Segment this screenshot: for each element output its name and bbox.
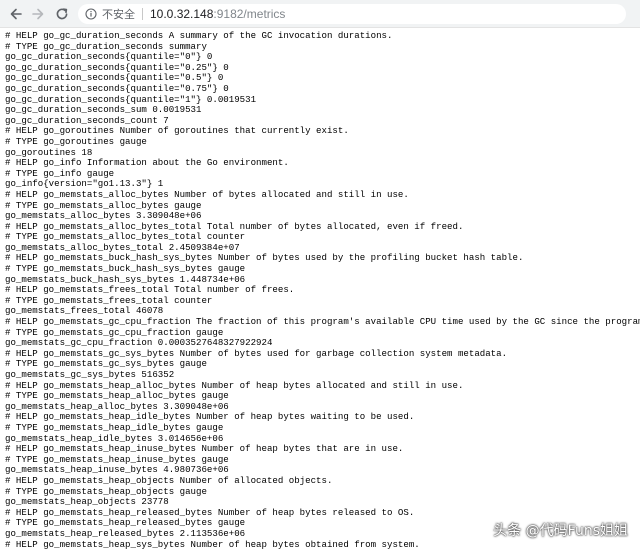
metrics-page-content: # HELP go_gc_duration_seconds A summary … [0, 29, 640, 550]
metric-line: # TYPE go_memstats_alloc_bytes_total cou… [5, 232, 246, 243]
metric-line: go_gc_duration_seconds{quantile="0.25"} … [5, 62, 229, 73]
metric-line: # HELP go_memstats_buck_hash_sys_bytes N… [5, 253, 524, 264]
metric-line: go_memstats_heap_inuse_bytes 4.980736e+0… [5, 465, 229, 476]
metric-line: # HELP go_memstats_gc_sys_bytes Number o… [5, 348, 508, 359]
metric-line: # HELP go_memstats_alloc_bytes Number of… [5, 189, 409, 200]
url-host: 10.0.32.148 [150, 7, 214, 21]
metric-line: # TYPE go_memstats_buck_hash_sys_bytes g… [5, 264, 246, 275]
metric-line: go_info{version="go1.13.3"} 1 [5, 179, 164, 190]
metric-line: # TYPE go_memstats_heap_objects gauge [5, 486, 207, 497]
metric-line: # HELP go_memstats_heap_inuse_bytes Numb… [5, 444, 404, 455]
metric-line: go_gc_duration_seconds_sum 0.0019531 [5, 105, 202, 116]
metric-line: go_memstats_alloc_bytes 3.309048e+06 [5, 211, 202, 222]
metric-line: go_gc_duration_seconds{quantile="0.75"} … [5, 83, 229, 94]
metric-line: go_goroutines 18 [5, 147, 93, 158]
metric-line: go_memstats_gc_sys_bytes 516352 [5, 370, 175, 380]
metric-line: go_memstats_alloc_bytes_total 2.4509384e… [5, 242, 240, 253]
metric-line: # TYPE go_memstats_frees_total counter [5, 295, 213, 306]
metric-line: # TYPE go_memstats_heap_alloc_bytes gaug… [5, 391, 229, 402]
metric-line: go_memstats_heap_objects 23778 [5, 497, 169, 508]
address-divider [142, 8, 143, 20]
metric-line: go_memstats_heap_idle_bytes 3.014656e+06 [5, 433, 224, 444]
metric-line: # HELP go_memstats_heap_objects Number o… [5, 475, 333, 486]
metric-line: # TYPE go_memstats_alloc_bytes gauge [5, 200, 202, 211]
metric-line: # TYPE go_info gauge [5, 168, 115, 179]
arrow-right-icon [32, 8, 44, 20]
arrow-left-icon [10, 8, 22, 20]
metric-line: # HELP go_memstats_heap_idle_bytes Numbe… [5, 412, 415, 423]
reload-icon [56, 8, 68, 20]
metric-line: # HELP go_memstats_heap_released_bytes N… [5, 507, 415, 518]
metric-line: go_memstats_buck_hash_sys_bytes 1.448734… [5, 274, 246, 285]
back-button[interactable] [6, 4, 26, 24]
reload-button[interactable] [52, 4, 72, 24]
metric-line: # HELP go_info Information about the Go … [5, 158, 289, 169]
metric-line: # HELP go_memstats_frees_total Total num… [5, 285, 295, 296]
metric-line: go_memstats_heap_alloc_bytes 3.309048e+0… [5, 401, 229, 412]
metric-line: go_gc_duration_seconds{quantile="0.5"} 0 [5, 73, 224, 84]
url-text[interactable]: 10.0.32.148:9182/metrics [150, 7, 285, 21]
metric-line: # TYPE go_memstats_heap_inuse_bytes gaug… [5, 454, 229, 465]
metric-line: # TYPE go_memstats_gc_sys_bytes gauge [5, 359, 207, 370]
watermark: 头条 @代码Funs姐姐 [493, 523, 628, 539]
metric-line: # HELP go_memstats_heap_alloc_bytes Numb… [5, 380, 464, 391]
metric-line: # TYPE go_memstats_heap_idle_bytes gauge [5, 422, 224, 433]
metric-line: go_gc_duration_seconds_count 7 [5, 115, 169, 126]
metric-line: go_memstats_frees_total 46078 [5, 306, 164, 317]
metric-line: # HELP go_memstats_heap_sys_bytes Number… [5, 539, 420, 550]
browser-toolbar: 不安全 10.0.32.148:9182/metrics [0, 0, 640, 28]
address-bar[interactable]: 不安全 10.0.32.148:9182/metrics [78, 4, 626, 24]
metric-line: # HELP go_memstats_gc_cpu_fraction The f… [5, 317, 640, 328]
info-circle-icon[interactable] [84, 7, 98, 21]
metric-line: # TYPE go_gc_duration_seconds summary [5, 41, 207, 52]
metric-line: go_memstats_gc_cpu_fraction 0.0003527648… [5, 338, 273, 349]
metric-line: # HELP go_gc_duration_seconds A summary … [5, 31, 393, 41]
browser-window: 不安全 10.0.32.148:9182/metrics # HELP go_g… [0, 0, 640, 550]
metric-line: # HELP go_memstats_alloc_bytes_total Tot… [5, 221, 464, 232]
security-label[interactable]: 不安全 [102, 6, 135, 22]
metric-line: go_gc_duration_seconds{quantile="0"} 0 [5, 52, 213, 63]
url-path: :9182/metrics [213, 7, 286, 21]
forward-button[interactable] [28, 4, 48, 24]
metric-line: # HELP go_goroutines Number of goroutine… [5, 126, 349, 137]
metric-line: go_gc_duration_seconds{quantile="1"} 0.0… [5, 94, 257, 105]
metric-line: # TYPE go_memstats_gc_cpu_fraction gauge [5, 327, 224, 338]
metric-line: # TYPE go_goroutines gauge [5, 136, 147, 147]
